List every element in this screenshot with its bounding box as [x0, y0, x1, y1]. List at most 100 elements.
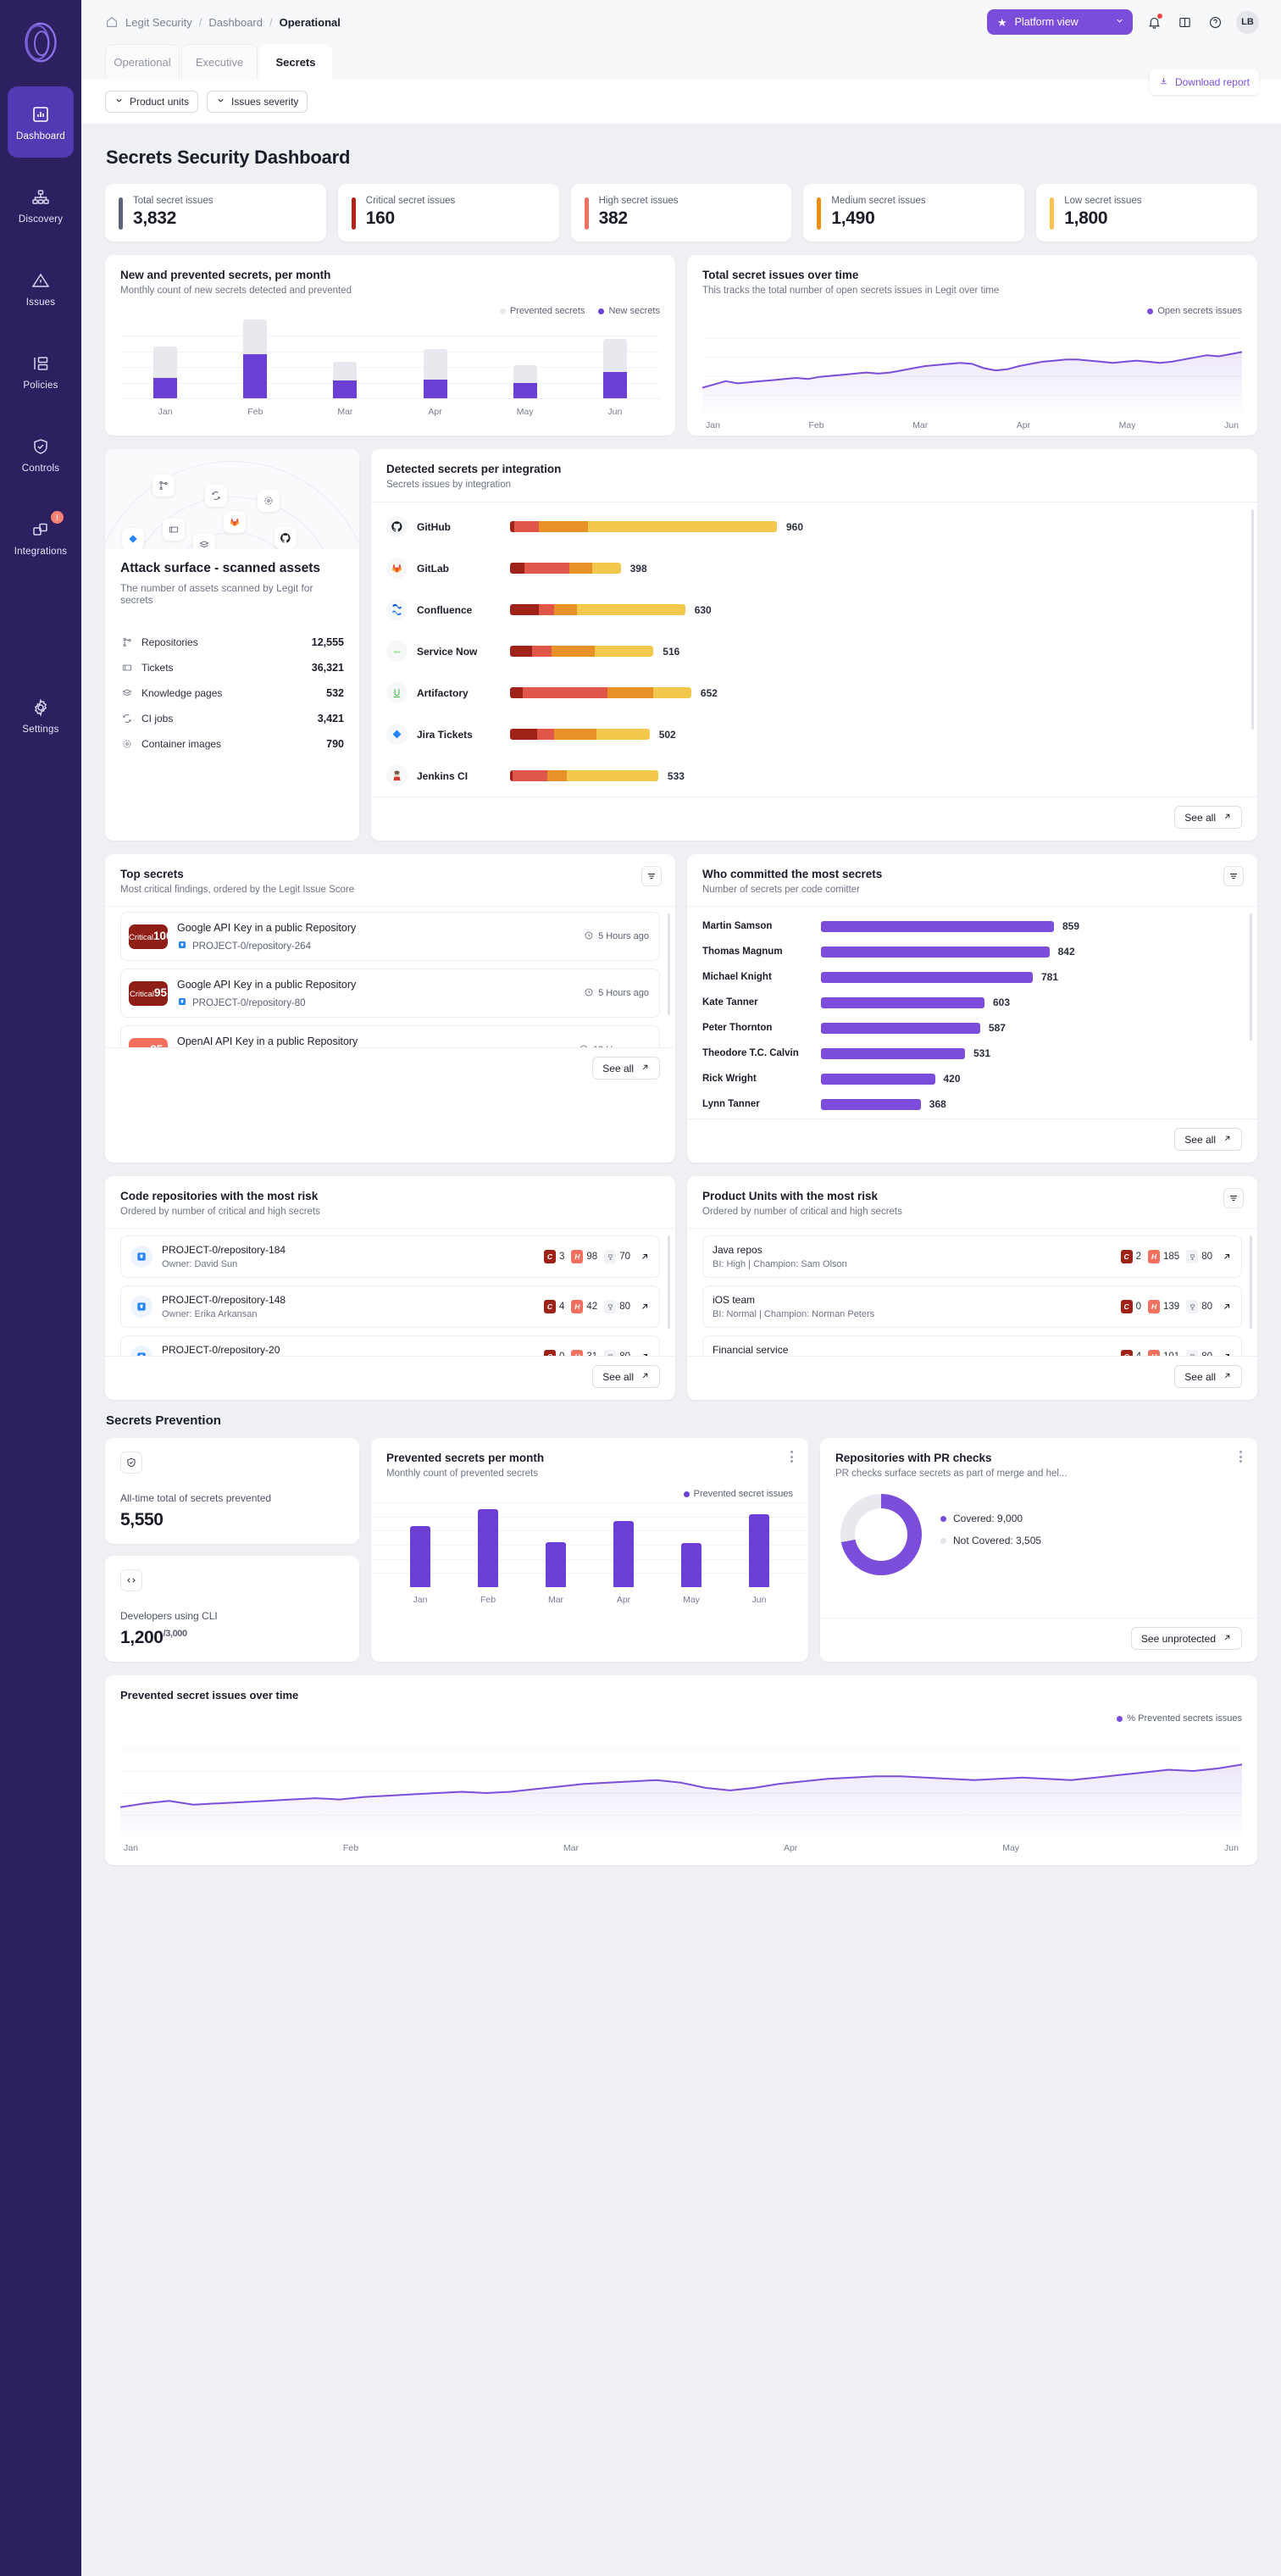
- scrollbar[interactable]: [1250, 913, 1252, 1041]
- breadcrumb-section[interactable]: Dashboard: [208, 16, 263, 29]
- chevron-down-icon: [216, 96, 225, 108]
- open-link-icon[interactable]: [1222, 1352, 1232, 1356]
- bar-group[interactable]: [243, 319, 268, 398]
- tab-executive[interactable]: Executive: [181, 44, 258, 80]
- product-unit-risk-row[interactable]: iOS team BI: Normal | Champion: Norman Pe…: [702, 1285, 1242, 1328]
- kpi-label: High secret issues: [598, 196, 679, 206]
- legit-logo: [17, 19, 64, 66]
- top-secret-repo: PROJECT-0/repository-80: [177, 997, 574, 1009]
- sidebar-item-dashboard[interactable]: Dashboard: [8, 86, 74, 158]
- committer-row[interactable]: Theodore T.C. Calvin 531: [702, 1041, 1242, 1066]
- integration-row[interactable]: GitLab 398: [386, 547, 1242, 589]
- integration-row[interactable]: Artifactory 652: [386, 672, 1242, 713]
- sidebar-item-policies[interactable]: Policies: [8, 336, 74, 407]
- bar-group[interactable]: [423, 319, 447, 398]
- integration-row[interactable]: Jenkins CI 533: [386, 755, 1242, 797]
- breadcrumb-org[interactable]: Legit Security: [125, 16, 192, 29]
- repo-risk-row[interactable]: PROJECT-0/repository-184 Owner: David Sun…: [120, 1235, 660, 1278]
- see-all-button[interactable]: See all: [1174, 806, 1242, 829]
- bar[interactable]: [478, 1509, 498, 1587]
- bar-group[interactable]: [153, 319, 178, 398]
- kpi-total-secret-issues[interactable]: Total secret issues 3,832: [105, 184, 326, 242]
- filter-icon[interactable]: [1223, 1188, 1244, 1208]
- bar[interactable]: [681, 1542, 702, 1587]
- top-secret-title: OpenAI API Key in a public Repository: [177, 1035, 358, 1047]
- integration-row[interactable]: Confluence 630: [386, 589, 1242, 630]
- filter-product-units[interactable]: Product units: [105, 91, 199, 113]
- bar[interactable]: [410, 1526, 430, 1587]
- integration-row[interactable]: Jira Tickets 502: [386, 713, 1242, 755]
- committer-row[interactable]: Kate Tanner 603: [702, 990, 1242, 1015]
- more-options-icon[interactable]: [1239, 1451, 1242, 1463]
- see-all-button[interactable]: See all: [1174, 1128, 1242, 1151]
- committer-row[interactable]: Peter Thornton 587: [702, 1015, 1242, 1041]
- platform-view-button[interactable]: ★ Platform view: [987, 9, 1133, 35]
- sidebar-item-integrations[interactable]: ! Integrations: [8, 502, 74, 573]
- scrollbar[interactable]: [668, 913, 670, 1015]
- top-secret-item[interactable]: High85 OpenAI API Key in a public Reposit…: [120, 1025, 660, 1047]
- tab-secrets[interactable]: Secrets: [259, 44, 332, 80]
- book-icon[interactable]: [1175, 13, 1194, 31]
- sidebar-item-discovery[interactable]: Discovery: [8, 169, 74, 241]
- product-unit-risk-row[interactable]: Financial serviceBI: Critical | Champion…: [702, 1335, 1242, 1356]
- see-all-button[interactable]: See all: [592, 1365, 660, 1388]
- integration-row[interactable]: GitHub 960: [386, 506, 1242, 547]
- bar[interactable]: [749, 1513, 769, 1587]
- see-unprotected-button[interactable]: See unprotected: [1130, 1627, 1242, 1650]
- committer-bar: [821, 1047, 965, 1059]
- scrollbar[interactable]: [668, 1235, 670, 1329]
- top-secret-item[interactable]: Critical100 Google API Key in a public Re…: [120, 912, 660, 961]
- see-all-button[interactable]: See all: [592, 1057, 660, 1080]
- filter-icon[interactable]: [641, 866, 662, 886]
- open-link-icon[interactable]: [1222, 1302, 1232, 1312]
- kpi-high-secret-issues[interactable]: High secret issues 382: [570, 184, 792, 242]
- repo-risk-row[interactable]: PROJECT-0/repository-20Owner: Patrik Sho…: [120, 1335, 660, 1356]
- kpi-critical-secret-issues[interactable]: Critical secret issues 160: [337, 184, 559, 242]
- bar-group[interactable]: [602, 319, 627, 398]
- committer-row[interactable]: Michael Knight 781: [702, 964, 1242, 990]
- see-all-button[interactable]: See all: [1174, 1365, 1242, 1388]
- sidebar-item-issues[interactable]: Issues: [8, 253, 74, 324]
- filter-issues-severity[interactable]: Issues severity: [207, 91, 308, 113]
- breadcrumb-sep-1: /: [198, 15, 202, 29]
- open-link-icon[interactable]: [640, 1252, 650, 1262]
- more-options-icon[interactable]: [790, 1451, 793, 1463]
- repo-risk-row[interactable]: PROJECT-0/repository-148 Owner: Erika Ark…: [120, 1285, 660, 1328]
- committer-row[interactable]: Lynn Tanner 368: [702, 1091, 1242, 1117]
- sidebar-item-controls[interactable]: Controls: [8, 419, 74, 490]
- stat-critical: C3: [544, 1250, 564, 1263]
- home-icon[interactable]: [105, 15, 119, 29]
- scrollbar[interactable]: [1251, 509, 1254, 730]
- legend-pct-prevented-secrets-issues: % Prevented secrets issues: [1117, 1713, 1242, 1724]
- bar[interactable]: [613, 1520, 634, 1587]
- bell-icon[interactable]: [1145, 13, 1163, 31]
- bitbucket-icon: [177, 997, 187, 1009]
- bar-group[interactable]: [513, 319, 537, 398]
- committer-row[interactable]: Martin Samson 859: [702, 913, 1242, 939]
- sidebar-item-settings[interactable]: Settings: [8, 680, 74, 751]
- product-unit-risk-row[interactable]: Java repos BI: High | Champion: Sam Olson…: [702, 1235, 1242, 1278]
- kpi-low-secret-issues[interactable]: Low secret issues 1,800: [1036, 184, 1257, 242]
- integration-row[interactable]: now Service Now 516: [386, 630, 1242, 672]
- download-report-button[interactable]: Download report: [1149, 69, 1259, 95]
- stat-critical: C0: [1120, 1300, 1141, 1313]
- open-link-icon[interactable]: [640, 1302, 650, 1312]
- committer-row[interactable]: Thomas Magnum 842: [702, 939, 1242, 964]
- bar-segment-low: [576, 604, 685, 615]
- bar[interactable]: [546, 1541, 566, 1587]
- committer-row[interactable]: Rick Wright 420: [702, 1066, 1242, 1091]
- kpi-medium-secret-issues[interactable]: Medium secret issues 1,490: [803, 184, 1025, 242]
- bar-segment-medium: [552, 646, 596, 657]
- scrollbar[interactable]: [1250, 1235, 1252, 1329]
- open-link-icon[interactable]: [640, 1352, 650, 1356]
- tab-operational[interactable]: Operational: [105, 44, 180, 80]
- filter-icon[interactable]: [1223, 866, 1244, 886]
- bar-group[interactable]: [333, 319, 358, 398]
- trophy-icon: [604, 1250, 617, 1263]
- open-link-icon[interactable]: [1222, 1252, 1232, 1262]
- avatar[interactable]: LB: [1236, 10, 1259, 34]
- gridline: [371, 1530, 808, 1532]
- top-secret-item[interactable]: Critical95 Google API Key in a public Rep…: [120, 969, 660, 1018]
- x-tick: Jun: [1224, 420, 1239, 430]
- help-circle-icon[interactable]: [1206, 13, 1224, 31]
